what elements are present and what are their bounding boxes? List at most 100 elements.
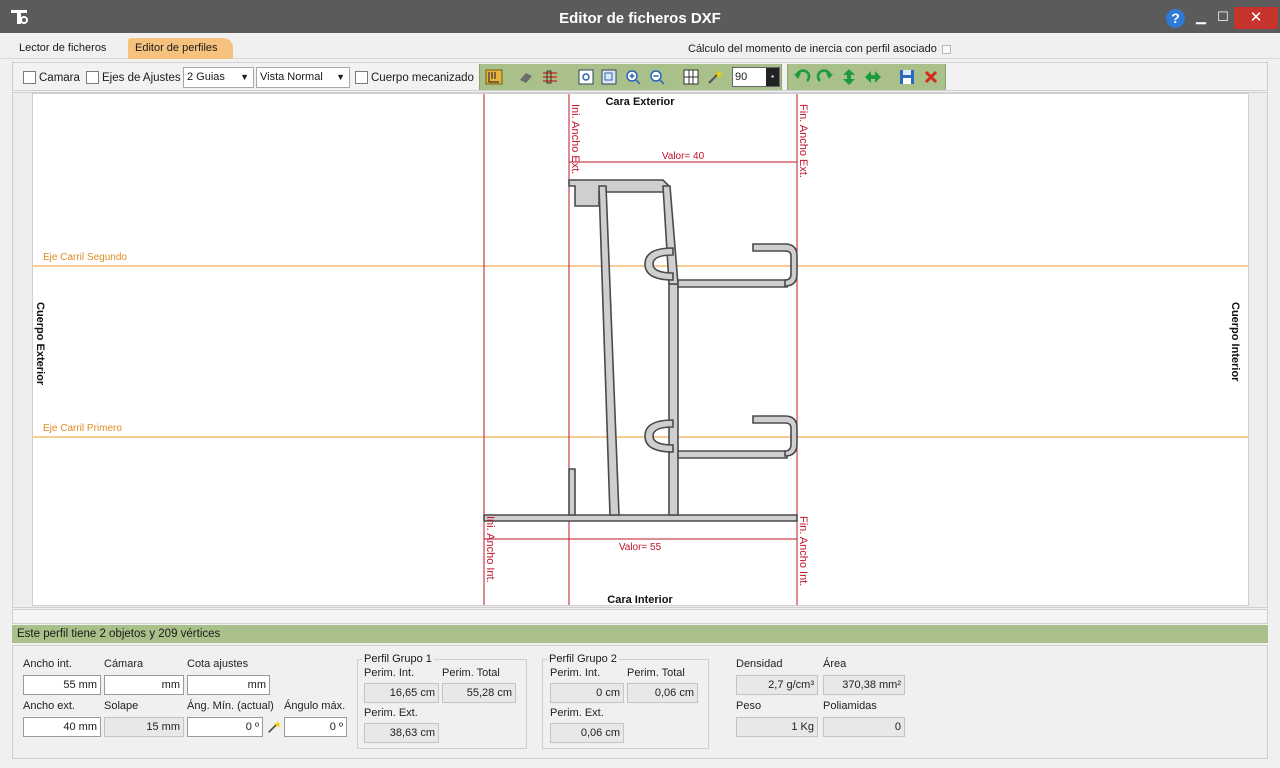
close-button[interactable]: ✕ [1234, 7, 1278, 29]
status-bar: Este perfil tiene 2 objetos y 209 vértic… [12, 625, 1268, 643]
cota-input[interactable]: mm [187, 675, 270, 695]
properties-panel: Ancho int. 55 mm Cámara mm Cota ajustes … [12, 645, 1268, 759]
ini-ancho-ext-label: Ini. Ancho Ext. [569, 104, 581, 174]
g1-perim-total: 55,28 cm [442, 683, 516, 703]
ancho-ext-input[interactable]: 40 mm [23, 717, 101, 737]
guias-select[interactable]: 2 Guias ▼ [183, 67, 254, 88]
solape-label: Solape [104, 700, 139, 712]
inercia-label: Cálculo del momento de inercia con perfi… [688, 43, 937, 55]
maximize-button[interactable]: ☐ [1214, 8, 1232, 26]
camara-input[interactable]: mm [104, 675, 184, 695]
g2-perim-int: 0 cm [550, 683, 624, 703]
cara-interior-label: Cara Interior [607, 594, 673, 605]
area-value: 370,38 mm² [823, 675, 905, 695]
peso-label: Peso [736, 700, 762, 712]
spinner-icon[interactable]: ▪ [766, 68, 779, 86]
vista-select[interactable]: Vista Normal ▼ [256, 67, 350, 88]
ejes-checkbox[interactable] [86, 71, 99, 84]
minimize-button[interactable]: ▁ [1192, 8, 1210, 26]
tab-lector-ficheros[interactable]: Lector de ficheros [11, 38, 114, 59]
ini-ancho-int-label: Ini. Ancho Int. [484, 516, 496, 583]
g2-perim-total: 0,06 cm [627, 683, 698, 703]
densidad-value: 2,7 g/cm³ [736, 675, 818, 695]
grid-icon[interactable] [682, 68, 700, 86]
g2-perim-total-label: Perim. Total [627, 667, 685, 679]
horizontal-scrollbar[interactable] [12, 609, 1268, 624]
flip-vertical-icon[interactable] [840, 68, 858, 86]
area-label: Área [823, 658, 847, 670]
guias-value: 2 Guias [187, 71, 225, 83]
drawing-canvas[interactable]: Cara Exterior Cara Interior Cuerpo Exter… [32, 93, 1249, 606]
solape-value: 15 mm [104, 717, 184, 737]
save-icon[interactable] [898, 68, 916, 86]
cuerpo-option[interactable]: Cuerpo mecanizado [355, 68, 474, 87]
inercia-checkbox[interactable] [941, 44, 951, 54]
angle-value: 90 [735, 71, 748, 83]
poliamidas-label: Poliamidas [823, 700, 877, 712]
drawing-tools: 90 ▪ [479, 64, 782, 90]
cota-label: Cota ajustes [187, 658, 249, 670]
g2-perim-int-label: Perim. Int. [550, 667, 601, 679]
ang-min-input[interactable]: 0 º [187, 717, 263, 737]
help-button[interactable]: ? [1166, 9, 1185, 28]
camara-label: Camara [39, 71, 80, 84]
fin-ancho-ext-label: Fin. Ancho Ext. [797, 104, 809, 178]
title-bar: Editor de ficheros DXF ? ▁ ☐ ✕ [0, 0, 1280, 33]
magic-wand-icon[interactable] [266, 719, 282, 735]
ejes-option[interactable]: Ejes de Ajustes [86, 68, 181, 87]
g1-perim-ext: 38,63 cm [364, 723, 439, 743]
tab-editor-perfiles[interactable]: Editor de perfiles [128, 38, 233, 59]
poliamidas-value: 0 [823, 717, 905, 737]
measure-icon[interactable] [485, 68, 503, 86]
ejes-label: Ejes de Ajustes [102, 71, 181, 84]
eje-segundo-label: Eje Carril Segundo [43, 252, 127, 263]
rotate-right-icon[interactable] [816, 68, 834, 86]
magic-wand-icon[interactable] [706, 68, 724, 86]
camara-option[interactable]: Camara [23, 68, 80, 87]
delete-icon[interactable] [922, 68, 940, 86]
fin-ancho-int-label: Fin. Ancho Int. [797, 516, 809, 586]
valor-top-label: Valor= 40 [662, 151, 705, 162]
grupo1-title: Perfil Grupo 1 [362, 653, 434, 665]
zoom-in-icon[interactable] [624, 68, 642, 86]
flip-horizontal-icon[interactable] [864, 68, 882, 86]
zoom-fit-icon[interactable] [577, 68, 595, 86]
angle-input[interactable]: 90 ▪ [732, 67, 780, 87]
inercia-option[interactable]: Cálculo del momento de inercia con perfi… [688, 43, 951, 55]
edit-tools [787, 64, 946, 90]
g2-perim-ext: 0,06 cm [550, 723, 624, 743]
toolbar: Camara Ejes de Ajustes 2 Guias ▼ Vista N… [12, 62, 1268, 91]
vista-value: Vista Normal [260, 71, 323, 83]
g1-perim-int-label: Perim. Int. [364, 667, 415, 679]
ancho-int-input[interactable]: 55 mm [23, 675, 101, 695]
densidad-label: Densidad [736, 658, 783, 670]
profile-drawing: Cara Exterior Cara Interior Cuerpo Exter… [33, 94, 1248, 605]
cuerpo-checkbox[interactable] [355, 71, 368, 84]
window-title: Editor de ficheros DXF [559, 10, 721, 27]
grupo2-title: Perfil Grupo 2 [547, 653, 619, 665]
eraser-icon[interactable] [517, 68, 535, 86]
ang-min-label: Áng. Mín. (actual) [187, 700, 274, 712]
ancho-int-label: Ancho int. [23, 658, 72, 670]
chevron-down-icon: ▼ [336, 72, 345, 82]
chevron-down-icon: ▼ [240, 72, 249, 82]
valor-bottom-label: Valor= 55 [619, 542, 662, 553]
zoom-window-icon[interactable] [600, 68, 618, 86]
camara-field-label: Cámara [104, 658, 144, 670]
g2-perim-ext-label: Perim. Ext. [550, 707, 604, 719]
rotate-left-icon[interactable] [793, 68, 811, 86]
tab-bar: Lector de ficheros Editor de perfiles [0, 33, 1280, 59]
camara-checkbox[interactable] [23, 71, 36, 84]
g1-perim-int: 16,65 cm [364, 683, 439, 703]
ang-max-input[interactable]: 0 º [284, 717, 347, 737]
g1-perim-ext-label: Perim. Ext. [364, 707, 418, 719]
ancho-ext-label: Ancho ext. [23, 700, 75, 712]
zoom-out-icon[interactable] [648, 68, 666, 86]
cuerpo-label: Cuerpo mecanizado [371, 71, 474, 84]
cara-exterior-label: Cara Exterior [605, 96, 675, 108]
cuerpo-exterior-label: Cuerpo Exterior [34, 302, 46, 386]
aluminum-profile[interactable] [483, 179, 798, 522]
cuerpo-interior-label: Cuerpo Interior [1229, 302, 1241, 382]
layers-icon[interactable] [541, 68, 559, 86]
ang-max-label: Ángulo máx. [284, 700, 346, 712]
